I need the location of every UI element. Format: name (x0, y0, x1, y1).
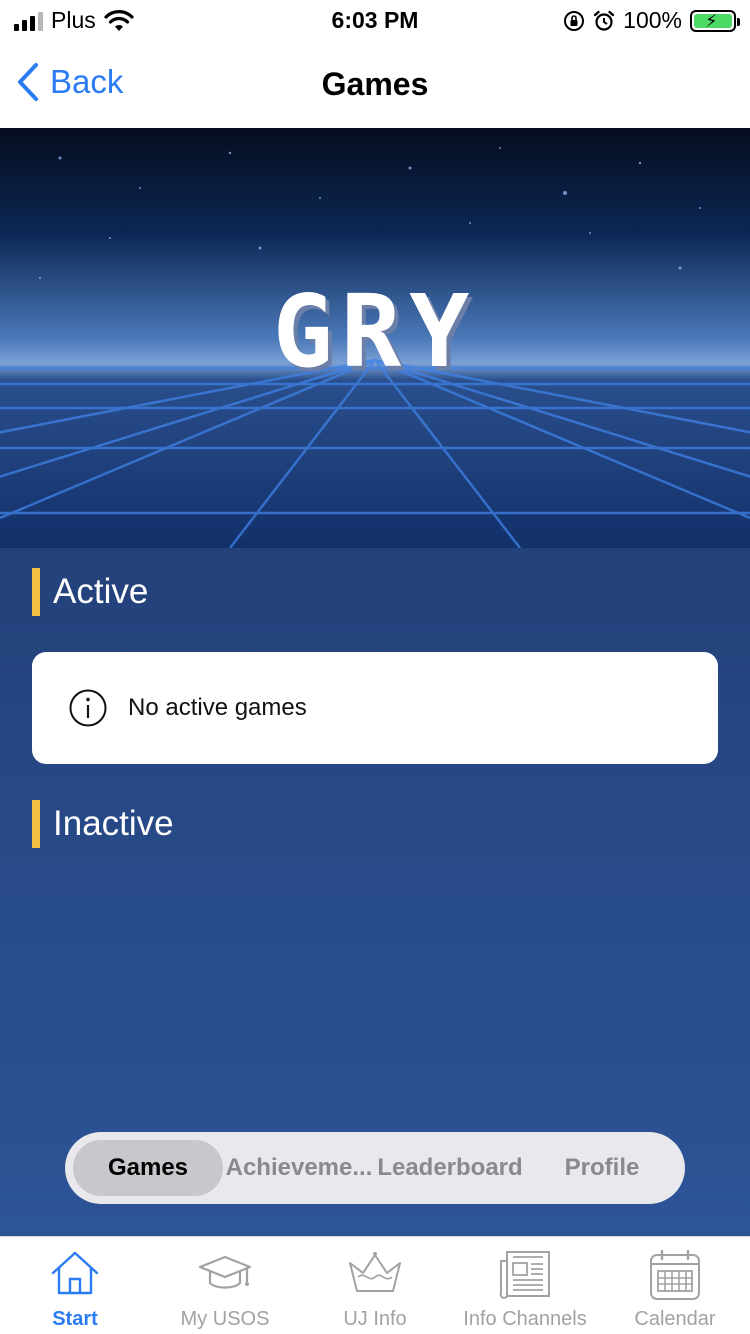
segment-profile[interactable]: Profile (527, 1140, 677, 1196)
tab-label: Calendar (634, 1308, 716, 1330)
crown-icon (349, 1252, 401, 1292)
status-right: 100% ⚡ (563, 7, 740, 34)
status-bar: Plus 6:03 PM 100% ⚡ (0, 0, 750, 42)
segment-achievements[interactable]: Achieveme... (223, 1140, 375, 1196)
section-accent-bar (32, 568, 40, 616)
tab-label: Start (52, 1308, 98, 1330)
section-header-inactive: Inactive (32, 800, 174, 848)
games-content: Active No active games Inactive Games Ac… (0, 548, 750, 1236)
section-accent-bar (32, 800, 40, 848)
orientation-lock-icon (564, 10, 585, 31)
navigation-bar: Back Games (0, 42, 750, 128)
tab-label: Info Channels (463, 1308, 587, 1330)
tab-label: UJ Info (343, 1308, 407, 1330)
page-title: Games (321, 66, 429, 102)
segmented-control: Games Achieveme... Leaderboard Profile (65, 1132, 685, 1204)
hero-logo-text: GRY (272, 273, 478, 390)
segment-leaderboard[interactable]: Leaderboard (373, 1140, 527, 1196)
tab-bar: Start My USOS UJ Info Info Channels Cale… (0, 1236, 750, 1334)
tab-info-channels[interactable]: Info Channels (450, 1237, 600, 1334)
home-icon (51, 1251, 99, 1295)
battery-percent: 100% (623, 7, 682, 33)
tab-calendar[interactable]: Calendar (600, 1237, 750, 1334)
tab-uj-info[interactable]: UJ Info (300, 1237, 450, 1334)
empty-state-card: No active games (32, 652, 718, 764)
segment-games[interactable]: Games (73, 1140, 223, 1196)
tab-start[interactable]: Start (0, 1237, 150, 1334)
section-title-active: Active (53, 572, 149, 611)
newspaper-icon (499, 1251, 550, 1299)
section-title-inactive: Inactive (53, 804, 174, 843)
hero-banner: GRY (0, 128, 750, 548)
section-header-active: Active (32, 568, 148, 616)
tab-label: My USOS (180, 1308, 270, 1330)
alarm-icon (593, 10, 615, 31)
info-icon (69, 689, 107, 727)
tab-my-usos[interactable]: My USOS (150, 1237, 300, 1334)
graduation-cap-icon (198, 1255, 252, 1289)
calendar-icon (650, 1249, 700, 1300)
battery-charging-icon: ⚡ (690, 9, 740, 32)
empty-state-message: No active games (128, 694, 307, 721)
